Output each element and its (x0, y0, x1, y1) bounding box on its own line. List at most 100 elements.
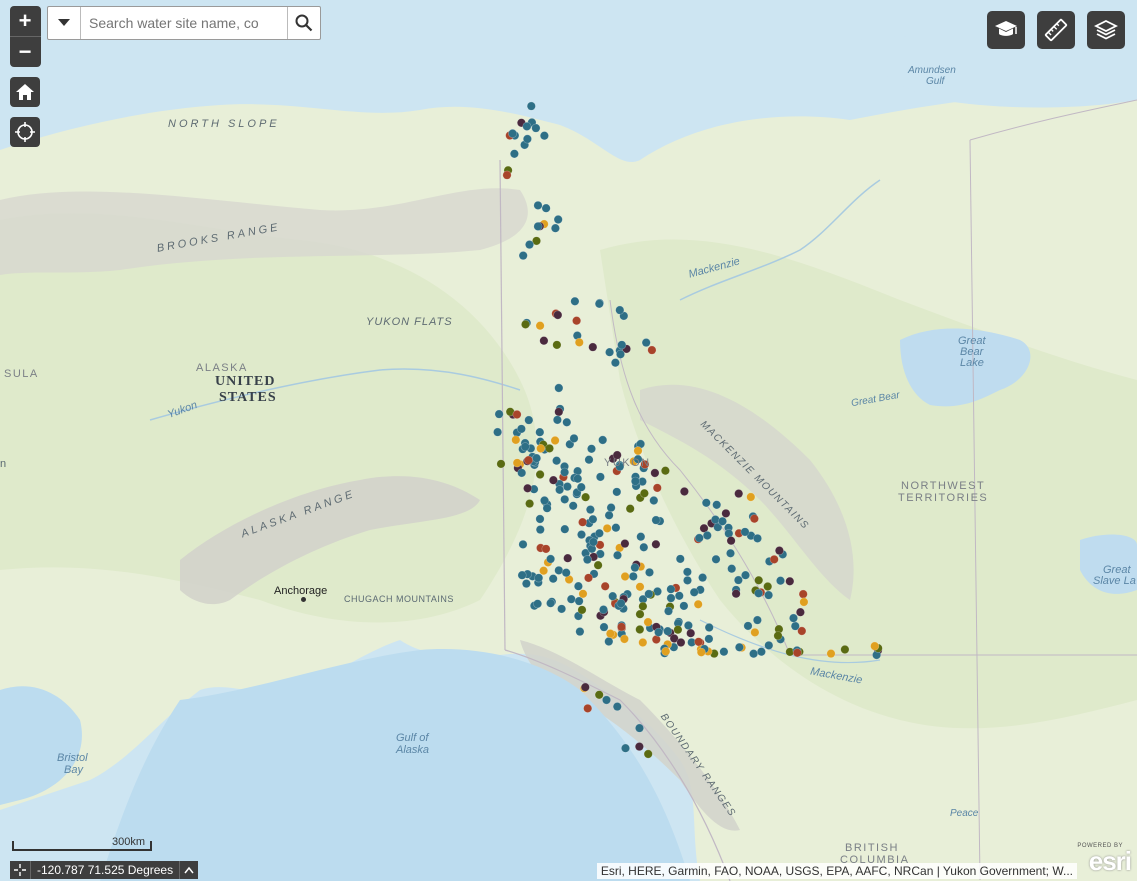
water-site-marker[interactable] (554, 407, 564, 417)
water-site-marker[interactable] (572, 316, 582, 326)
coordinate-expand-button[interactable] (179, 861, 198, 879)
water-site-marker[interactable] (619, 634, 629, 644)
water-site-marker[interactable] (517, 570, 527, 580)
water-site-marker[interactable] (535, 321, 545, 331)
home-button[interactable] (10, 77, 40, 107)
water-site-marker[interactable] (752, 533, 762, 543)
water-site-marker[interactable] (533, 599, 543, 609)
water-site-marker[interactable] (617, 340, 627, 350)
water-site-marker[interactable] (635, 609, 645, 619)
water-site-marker[interactable] (576, 482, 586, 492)
water-site-marker[interactable] (552, 456, 562, 466)
water-site-marker[interactable] (535, 514, 545, 524)
water-site-marker[interactable] (734, 642, 744, 652)
water-site-marker[interactable] (541, 544, 551, 554)
water-site-marker[interactable] (518, 251, 528, 261)
water-site-marker[interactable] (583, 573, 593, 583)
water-site-marker[interactable] (719, 647, 729, 657)
water-site-marker[interactable] (734, 489, 744, 499)
water-site-marker[interactable] (568, 501, 578, 511)
water-site-marker[interactable] (598, 435, 608, 445)
water-site-marker[interactable] (584, 455, 594, 465)
search-button[interactable] (287, 7, 320, 39)
water-site-marker[interactable] (546, 554, 556, 564)
water-site-marker[interactable] (588, 537, 598, 547)
water-site-marker[interactable] (644, 589, 654, 599)
water-site-marker[interactable] (790, 621, 800, 631)
esri-logo[interactable]: esri (1089, 846, 1132, 877)
water-site-marker[interactable] (799, 597, 809, 607)
water-site-marker[interactable] (553, 310, 563, 320)
water-site-marker[interactable] (573, 581, 583, 591)
water-site-marker[interactable] (548, 475, 558, 485)
water-site-marker[interactable] (785, 576, 795, 586)
water-site-marker[interactable] (539, 495, 549, 505)
water-site-marker[interactable] (660, 466, 670, 476)
water-site-marker[interactable] (508, 129, 518, 139)
water-site-marker[interactable] (754, 588, 764, 598)
water-site-marker[interactable] (604, 636, 614, 646)
water-site-marker[interactable] (605, 629, 615, 639)
water-site-marker[interactable] (612, 487, 622, 497)
water-site-marker[interactable] (611, 523, 621, 533)
water-site-marker[interactable] (557, 604, 567, 614)
water-site-marker[interactable] (541, 203, 551, 213)
water-site-marker[interactable] (633, 446, 643, 456)
water-site-marker[interactable] (502, 170, 512, 180)
water-site-marker[interactable] (566, 594, 576, 604)
water-site-marker[interactable] (663, 606, 673, 616)
water-site-marker[interactable] (774, 546, 784, 556)
water-site-marker[interactable] (561, 568, 571, 578)
water-site-marker[interactable] (756, 647, 766, 657)
search-source-dropdown[interactable] (48, 7, 81, 39)
water-site-marker[interactable] (517, 468, 527, 478)
basemap[interactable] (0, 0, 1137, 881)
water-site-marker[interactable] (562, 482, 572, 492)
water-site-marker[interactable] (661, 646, 671, 656)
water-site-marker[interactable] (586, 444, 596, 454)
water-site-marker[interactable] (679, 486, 689, 496)
water-site-marker[interactable] (647, 345, 657, 355)
water-site-marker[interactable] (553, 215, 563, 225)
water-site-marker[interactable] (615, 305, 625, 315)
water-site-marker[interactable] (615, 349, 625, 359)
water-site-marker[interactable] (620, 571, 630, 581)
water-site-marker[interactable] (727, 564, 737, 574)
water-site-marker[interactable] (523, 455, 533, 465)
water-site-marker[interactable] (573, 474, 583, 484)
water-site-marker[interactable] (870, 641, 880, 651)
water-site-marker[interactable] (588, 514, 598, 524)
water-site-marker[interactable] (694, 637, 704, 647)
water-site-marker[interactable] (560, 524, 570, 534)
water-site-marker[interactable] (574, 337, 584, 347)
water-site-marker[interactable] (630, 563, 640, 573)
water-site-marker[interactable] (536, 443, 546, 453)
water-site-marker[interactable] (602, 523, 612, 533)
water-site-marker[interactable] (740, 570, 750, 580)
attribution[interactable]: Esri, HERE, Garmin, FAO, NOAA, USGS, EPA… (596, 863, 1077, 879)
water-site-marker[interactable] (594, 299, 604, 309)
water-site-marker[interactable] (546, 598, 556, 608)
water-site-marker[interactable] (560, 494, 570, 504)
water-site-marker[interactable] (594, 690, 604, 700)
water-site-marker[interactable] (570, 296, 580, 306)
water-site-marker[interactable] (651, 539, 661, 549)
water-site-marker[interactable] (666, 584, 676, 594)
water-site-marker[interactable] (749, 514, 759, 524)
water-site-marker[interactable] (616, 598, 626, 608)
water-site-marker[interactable] (554, 565, 564, 575)
water-site-marker[interactable] (612, 702, 622, 712)
water-site-marker[interactable] (594, 528, 604, 538)
water-site-marker[interactable] (520, 319, 530, 329)
water-site-marker[interactable] (580, 682, 590, 692)
water-site-marker[interactable] (792, 648, 802, 658)
water-site-marker[interactable] (795, 607, 805, 617)
water-site-marker[interactable] (600, 581, 610, 591)
water-site-marker[interactable] (550, 223, 560, 233)
water-site-marker[interactable] (606, 503, 616, 513)
water-site-marker[interactable] (650, 468, 660, 478)
water-site-marker[interactable] (608, 591, 618, 601)
water-site-marker[interactable] (702, 530, 712, 540)
water-site-marker[interactable] (552, 340, 562, 350)
water-site-marker[interactable] (689, 587, 699, 597)
